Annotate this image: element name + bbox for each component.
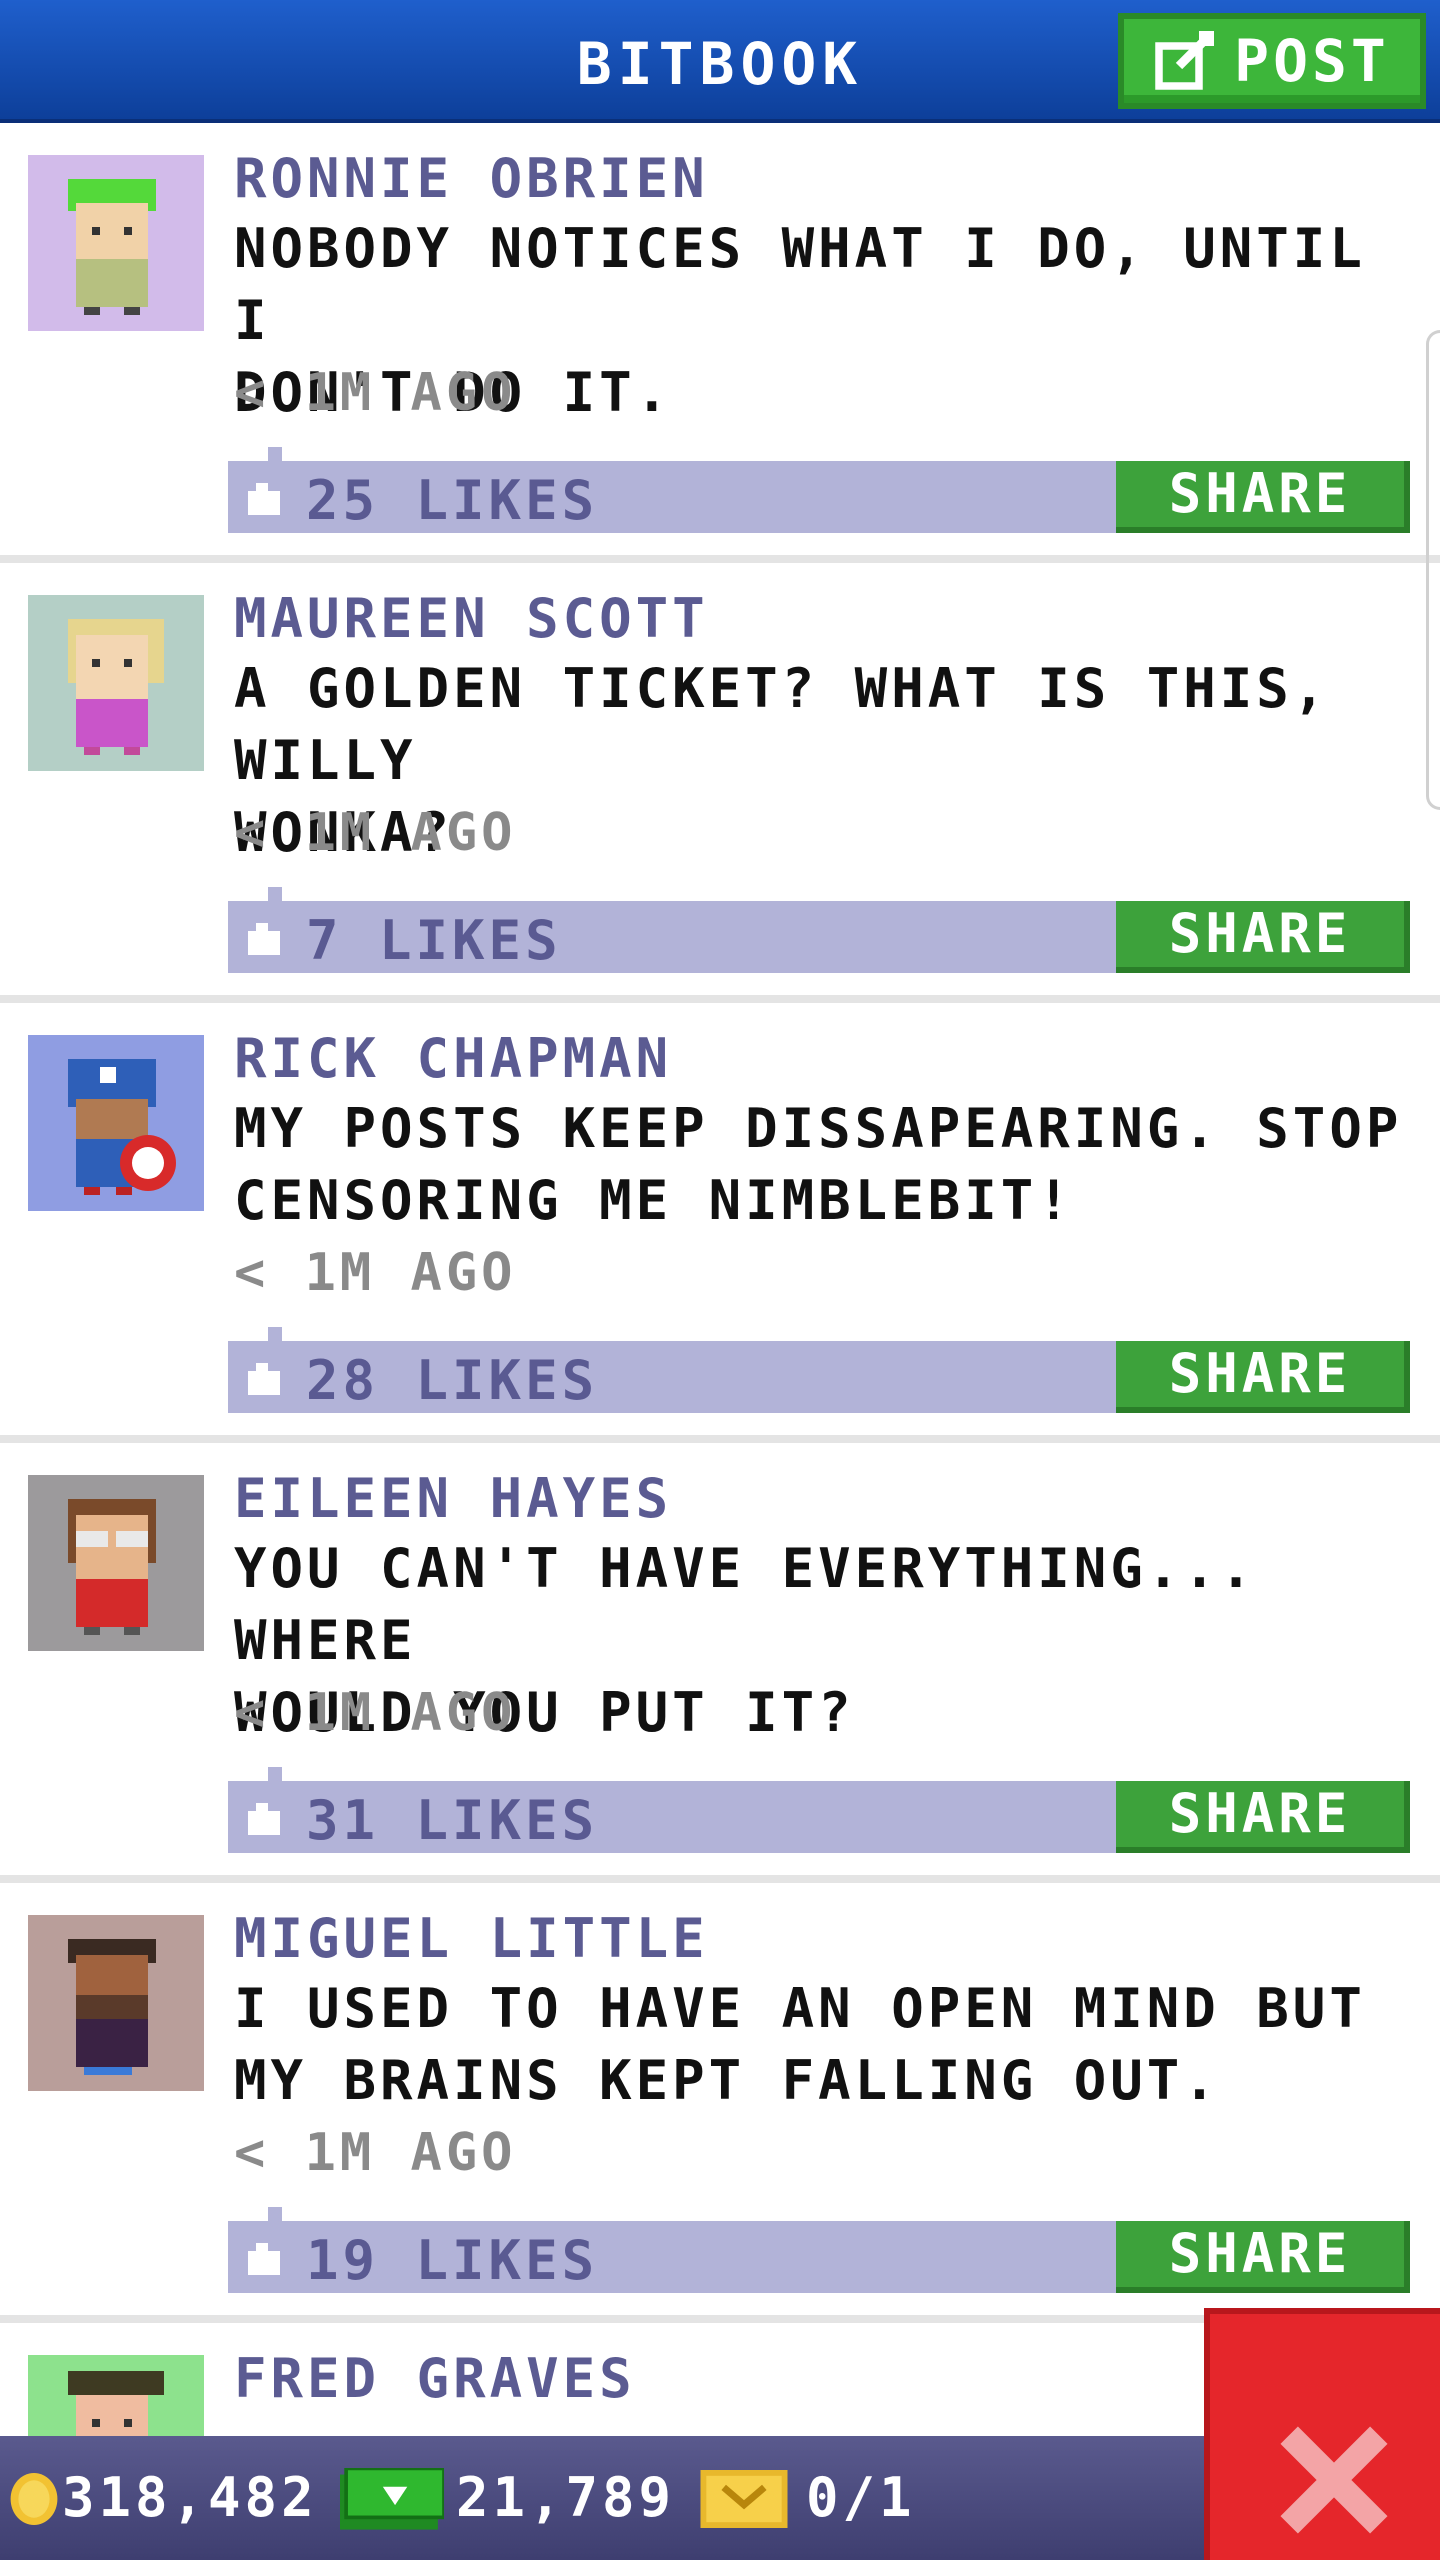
post-time: < 1M AGO	[234, 2123, 517, 2183]
share-button[interactable]: SHARE	[1116, 1341, 1410, 1413]
post-message-line: CENSORING ME NIMBLEBIT!	[234, 1169, 1074, 1232]
thumbs-up-icon	[248, 1363, 280, 1395]
thumbs-up-icon	[248, 483, 280, 515]
post-message: MY POSTS KEEP DISSAPEARING. STOP CENSORI…	[234, 1093, 1424, 1237]
divider	[0, 555, 1440, 563]
likes-bar[interactable]: 28 LIKES SHARE	[228, 1327, 1410, 1413]
post-time: < 1M AGO	[234, 1683, 517, 1743]
avatar[interactable]	[28, 595, 204, 771]
avatar[interactable]	[28, 2355, 204, 2443]
post-author[interactable]: RONNIE OBRIEN	[234, 147, 709, 210]
thumbs-up-icon	[248, 2243, 280, 2275]
scroll-edge-indicator	[1426, 330, 1440, 810]
feed-post: MIGUEL LITTLE I USED TO HAVE AN OPEN MIN…	[0, 1883, 1440, 2323]
bux-count: 21,789	[456, 2466, 676, 2529]
post-time: < 1M AGO	[234, 363, 517, 423]
post-message-line: A GOLDEN TICKET? WHAT IS THIS, WILLY	[234, 657, 1330, 792]
post-message-line: I USED TO HAVE AN OPEN MIND BUT	[234, 1977, 1366, 2040]
share-button[interactable]: SHARE	[1116, 1781, 1410, 1853]
divider	[0, 1875, 1440, 1883]
share-button[interactable]: SHARE	[1116, 2221, 1410, 2293]
likes-bar-notch	[268, 1327, 282, 1343]
divider	[0, 1435, 1440, 1443]
likes-count: 31 LIKES	[306, 1789, 599, 1852]
thumbs-up-icon	[248, 1803, 280, 1835]
avatar-image	[28, 1475, 204, 1651]
avatar[interactable]	[28, 1035, 204, 1211]
post-author[interactable]: FRED GRAVES	[234, 2347, 636, 2410]
ticket-icon	[700, 2470, 788, 2528]
avatar-image	[28, 155, 204, 331]
edit-icon	[1155, 31, 1215, 90]
likes-count: 25 LIKES	[306, 469, 599, 532]
feed-post: EILEEN HAYES YOU CAN'T HAVE EVERYTHING..…	[0, 1443, 1440, 1883]
likes-bar-notch	[268, 2207, 282, 2223]
share-button[interactable]: SHARE	[1116, 901, 1410, 973]
avatar-image	[28, 2355, 204, 2443]
avatar-image	[28, 595, 204, 771]
post-author[interactable]: MIGUEL LITTLE	[234, 1907, 709, 1970]
likes-count: 28 LIKES	[306, 1349, 599, 1412]
post-message-line: MY POSTS KEEP DISSAPEARING. STOP	[234, 1097, 1403, 1160]
thumbs-up-icon	[248, 923, 280, 955]
likes-count: 7 LIKES	[306, 909, 562, 972]
post-button[interactable]: POST	[1118, 13, 1426, 109]
feed-post: MAUREEN SCOTT A GOLDEN TICKET? WHAT IS T…	[0, 563, 1440, 1003]
avatar-image	[28, 1035, 204, 1211]
post-message-line: NOBODY NOTICES WHAT I DO, UNTIL I	[234, 217, 1366, 352]
bux-icon	[340, 2468, 444, 2530]
post-time: < 1M AGO	[234, 1243, 517, 1303]
feed-post: RONNIE OBRIEN NOBODY NOTICES WHAT I DO, …	[0, 123, 1440, 563]
post-author[interactable]: EILEEN HAYES	[234, 1467, 672, 1530]
post-button-label: POST	[1234, 27, 1390, 95]
close-button[interactable]	[1204, 2308, 1440, 2560]
likes-bar-notch	[268, 887, 282, 903]
likes-bar[interactable]: 31 LIKES SHARE	[228, 1767, 1410, 1853]
post-author[interactable]: MAUREEN SCOTT	[234, 587, 709, 650]
post-message-line: MY BRAINS KEPT FALLING OUT.	[234, 2049, 1220, 2112]
divider	[0, 995, 1440, 1003]
avatar-image	[28, 1915, 204, 2091]
post-message-line: YOU CAN'T HAVE EVERYTHING... WHERE	[234, 1537, 1257, 1672]
likes-bar[interactable]: 7 LIKES SHARE	[228, 887, 1410, 973]
tickets-count: 0/1	[806, 2466, 916, 2529]
post-author[interactable]: RICK CHAPMAN	[234, 1027, 672, 1090]
feed-post: RICK CHAPMAN MY POSTS KEEP DISSAPEARING.…	[0, 1003, 1440, 1443]
likes-bar-notch	[268, 447, 282, 463]
likes-count: 19 LIKES	[306, 2229, 599, 2292]
likes-bar[interactable]: 25 LIKES SHARE	[228, 447, 1410, 533]
avatar[interactable]	[28, 1475, 204, 1651]
coin-icon	[10, 2473, 58, 2525]
close-icon	[1280, 2426, 1388, 2534]
coins-count: 318,482	[62, 2466, 318, 2529]
likes-bar[interactable]: 19 LIKES SHARE	[228, 2207, 1410, 2293]
post-message: I USED TO HAVE AN OPEN MIND BUT MY BRAIN…	[234, 1973, 1424, 2117]
app-header: BITBOOK POST	[0, 0, 1440, 123]
avatar[interactable]	[28, 155, 204, 331]
likes-bar-notch	[268, 1767, 282, 1783]
share-button[interactable]: SHARE	[1116, 461, 1410, 533]
avatar[interactable]	[28, 1915, 204, 2091]
post-time: < 1M AGO	[234, 803, 517, 863]
